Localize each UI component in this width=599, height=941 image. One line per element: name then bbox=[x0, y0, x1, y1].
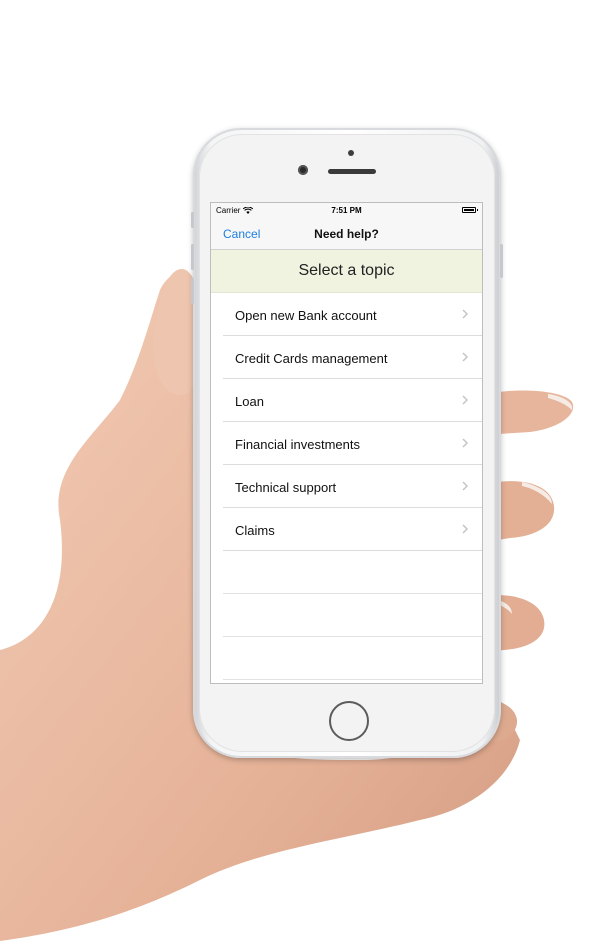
empty-row bbox=[211, 637, 482, 680]
finger-2-shape bbox=[498, 481, 555, 540]
topic-header-title: Select a topic bbox=[298, 262, 395, 279]
status-bar: Carrier 7:51 PM bbox=[211, 203, 482, 219]
mute-switch bbox=[191, 212, 194, 228]
topic-label: Open new Bank account bbox=[235, 308, 377, 323]
chevron-right-icon bbox=[462, 438, 469, 448]
topic-row-financial-investments[interactable]: Financial investments bbox=[211, 422, 482, 465]
topic-row-loan[interactable]: Loan bbox=[211, 379, 482, 422]
finger-1-shape bbox=[498, 390, 574, 434]
battery-icon bbox=[462, 207, 478, 213]
home-button[interactable] bbox=[329, 701, 369, 741]
empty-row bbox=[211, 551, 482, 594]
front-camera bbox=[298, 165, 308, 175]
topic-header: Select a topic bbox=[211, 250, 482, 293]
chevron-right-icon bbox=[462, 395, 469, 405]
topic-label: Technical support bbox=[235, 480, 337, 495]
empty-row bbox=[211, 594, 482, 637]
topic-list: Open new Bank account Credit Cards manag… bbox=[211, 293, 482, 680]
topic-row-technical-support[interactable]: Technical support bbox=[211, 465, 482, 508]
earpiece-speaker bbox=[328, 169, 376, 174]
sensor-dot bbox=[348, 150, 354, 156]
chevron-right-icon bbox=[462, 524, 469, 534]
status-time: 7:51 PM bbox=[331, 206, 362, 215]
topic-label: Credit Cards management bbox=[235, 351, 388, 366]
power-button bbox=[500, 244, 503, 278]
topic-label: Financial investments bbox=[235, 437, 360, 452]
nav-title: Need help? bbox=[314, 227, 379, 241]
topic-row-claims[interactable]: Claims bbox=[211, 508, 482, 551]
volume-up-button bbox=[191, 244, 194, 270]
navigation-bar: Cancel Need help? bbox=[211, 219, 482, 250]
chevron-right-icon bbox=[462, 481, 469, 491]
phone-screen: Carrier 7:51 PM Cancel Need help? Select… bbox=[211, 203, 482, 683]
volume-down-button bbox=[191, 278, 194, 304]
topic-label: Claims bbox=[235, 523, 275, 538]
chevron-right-icon bbox=[462, 352, 469, 362]
topic-label: Loan bbox=[235, 394, 264, 409]
topic-row-credit-cards[interactable]: Credit Cards management bbox=[211, 336, 482, 379]
topic-row-open-bank-account[interactable]: Open new Bank account bbox=[211, 293, 482, 336]
chevron-right-icon bbox=[462, 309, 469, 319]
